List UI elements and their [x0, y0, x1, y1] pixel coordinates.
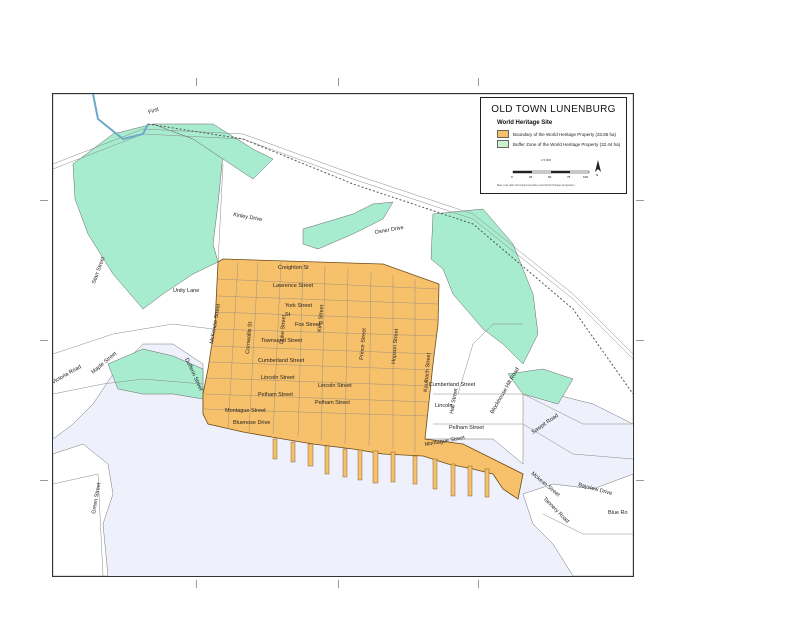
- legend-label-buffer: Buffer Zone of the World Heritage Proper…: [513, 141, 621, 147]
- north-label: N: [596, 173, 598, 176]
- graticule-tick: [196, 580, 197, 588]
- scale-label: 1:5,000: [541, 158, 552, 162]
- graticule-tick: [40, 200, 48, 201]
- wharf: [272, 438, 278, 460]
- graticule-tick: [636, 480, 644, 481]
- scale-tick: 50: [548, 175, 552, 179]
- wharf: [450, 463, 456, 497]
- graticule-tick: [40, 340, 48, 341]
- scale-tick: 100: [583, 175, 588, 179]
- wharf: [372, 450, 379, 484]
- land-southwest: [53, 443, 114, 576]
- scale-bar: 0 25 50 75 100: [511, 170, 590, 179]
- graticule-tick: [40, 480, 48, 481]
- label-pelham-central: Pelham Street: [315, 400, 350, 406]
- wharf: [357, 449, 363, 481]
- wharf: [432, 458, 438, 490]
- label-lincoln-central: Lincoln Street: [318, 383, 352, 389]
- graticule-tick: [338, 580, 339, 588]
- wharf: [307, 443, 314, 467]
- map-subtitle: World Heritage Site: [497, 120, 553, 126]
- map-title: OLD TOWN LUNENBURG: [491, 104, 616, 115]
- label-cumberland: Cumberland Street: [258, 358, 305, 364]
- graticule-tick: [478, 78, 479, 86]
- wharf: [390, 451, 396, 483]
- wharf: [467, 465, 473, 497]
- wharf: [324, 445, 330, 475]
- north-arrow-icon: N: [595, 160, 601, 176]
- legend-swatch-boundary: [497, 130, 509, 138]
- label-pelham: Pelham Street: [258, 392, 293, 398]
- graticule-tick: [478, 580, 479, 588]
- label-bluerock: Blue Ro: [608, 510, 628, 516]
- scale-tick: 25: [529, 175, 533, 179]
- legend-swatch-buffer: [497, 140, 509, 148]
- legend-item-buffer: Buffer Zone of the World Heritage Proper…: [497, 140, 620, 148]
- label-montague: Montague Street: [225, 408, 266, 414]
- label-cumberland-east: Cumberland Street: [429, 382, 476, 388]
- label-creighton: Creighton St: [278, 265, 309, 271]
- land-southeast: [522, 473, 633, 576]
- label-lawrence: Lawrence Street: [273, 283, 314, 289]
- graticule-tick: [636, 340, 644, 341]
- scale-tick: 0: [511, 175, 513, 179]
- wharf: [484, 468, 490, 498]
- wharf: [290, 441, 296, 463]
- label-lincoln: Lincoln Street: [261, 375, 295, 381]
- legend-item-boundary: Boundary of the World Heritage Property …: [497, 130, 616, 138]
- legend-label-boundary: Boundary of the World Heritage Property …: [513, 131, 616, 137]
- graticule-tick: [338, 78, 339, 86]
- label-york: York Street: [285, 303, 312, 309]
- scale-tick: 75: [567, 175, 571, 179]
- legend-panel: OLD TOWN LUNENBURG World Heritage Site B…: [480, 97, 627, 194]
- legend-credit: Base map data: Municipal boundaries and …: [497, 184, 575, 187]
- label-bluenose: Bluenose Drive: [233, 420, 270, 426]
- label-sawpit: Sawpit Road: [531, 413, 560, 436]
- label-pelham-east: Pelham Street: [449, 425, 484, 431]
- wharf: [412, 455, 418, 485]
- graticule-tick: [636, 200, 644, 201]
- graticule-tick: [196, 78, 197, 86]
- label-unity: Unity Lane: [173, 288, 199, 294]
- wharf: [342, 448, 348, 478]
